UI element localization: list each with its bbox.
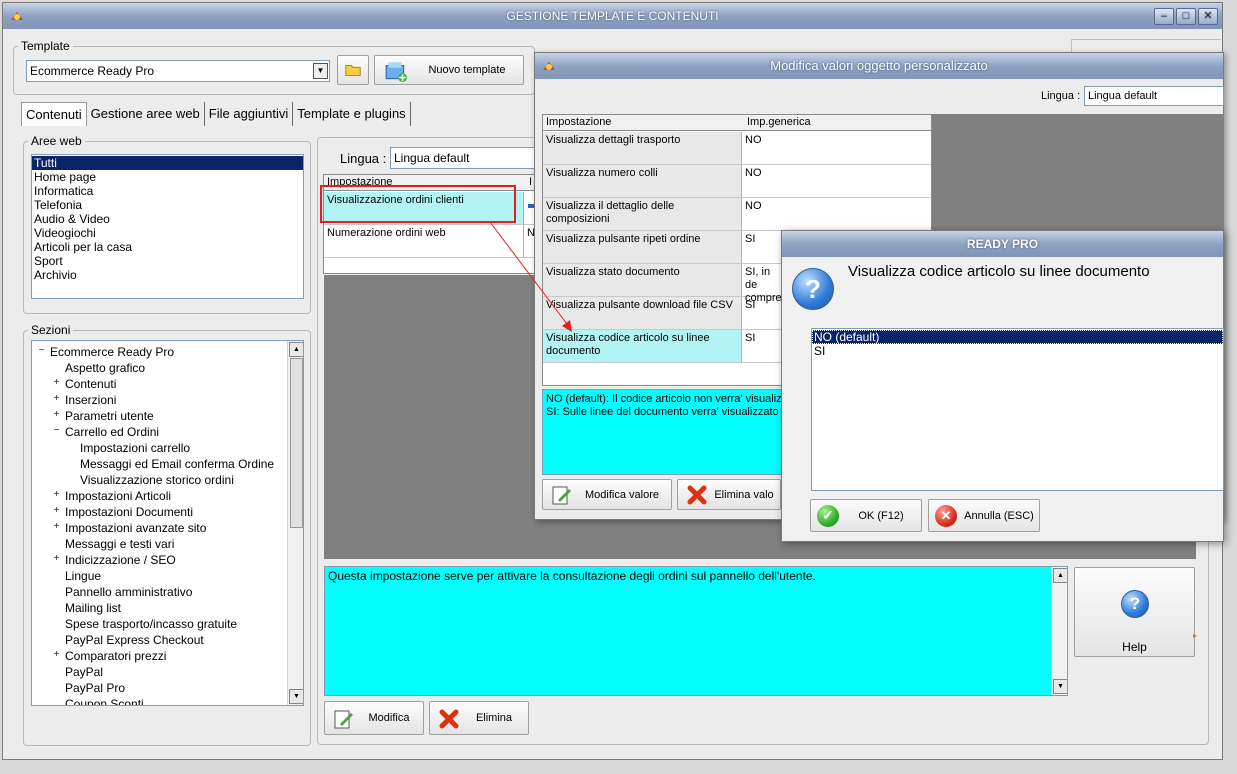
option-item[interactable]: NO (default) xyxy=(812,330,1223,344)
ok-label: OK (F12) xyxy=(858,509,904,522)
option-item[interactable]: SI xyxy=(812,344,1223,358)
ready-pro-dialog: READY PRO ? Visualizza codice articolo s… xyxy=(781,230,1224,542)
dialog-question: Visualizza codice articolo su linee docu… xyxy=(848,263,1150,280)
ok-button[interactable]: ✓ OK (F12) xyxy=(810,499,922,532)
question-icon: ? xyxy=(792,268,834,310)
dialog-options-list[interactable]: NO (default) SI xyxy=(811,328,1224,491)
dialog-titlebar: READY PRO xyxy=(782,231,1223,257)
annulla-button[interactable]: ✕ Annulla (ESC) xyxy=(928,499,1040,532)
cancel-icon: ✕ xyxy=(935,505,957,527)
annulla-label: Annulla (ESC) xyxy=(964,509,1034,522)
dialog-title: READY PRO xyxy=(966,237,1039,251)
check-icon: ✓ xyxy=(817,505,839,527)
